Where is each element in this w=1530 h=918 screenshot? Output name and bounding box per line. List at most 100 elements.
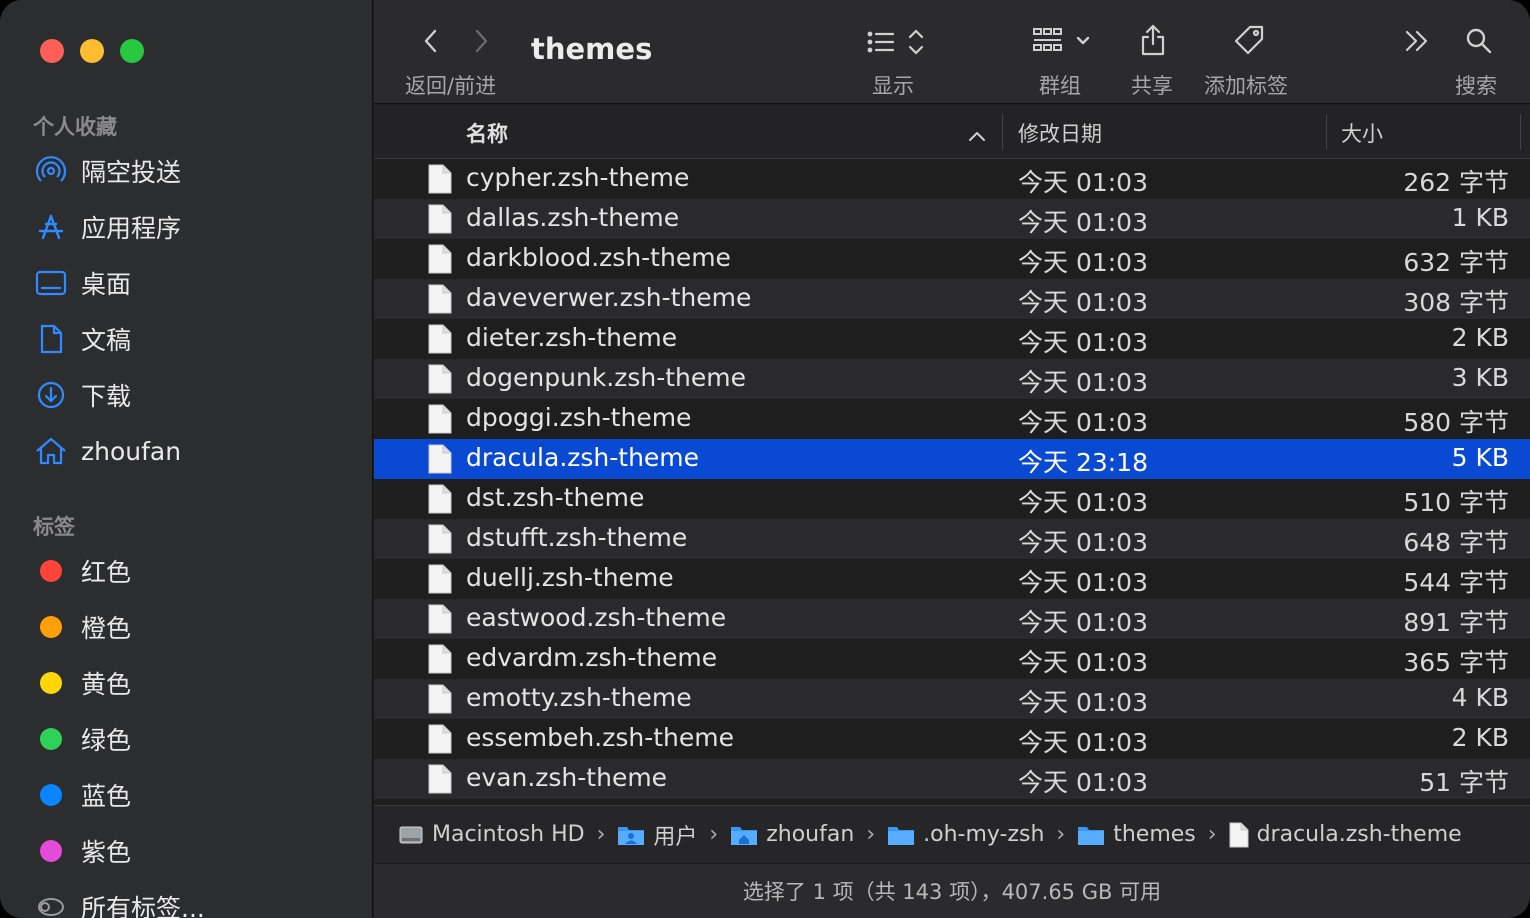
search-icon [1466, 28, 1492, 54]
file-row[interactable]: dieter.zsh-theme 今天 01:03 2 KB [374, 319, 1530, 359]
sidebar-item-label: 蓝色 [81, 782, 132, 811]
file-row[interactable]: dpoggi.zsh-theme 今天 01:03 580 字节 [374, 399, 1530, 439]
tags-header: 标签 [33, 515, 75, 539]
path-segment[interactable]: .oh-my-zsh [887, 822, 1044, 847]
file-icon [428, 604, 452, 640]
sidebar-tag-orange[interactable]: 橙色 [34, 607, 354, 647]
back-button[interactable] [416, 26, 446, 56]
path-separator-chevron-icon: › [1056, 822, 1066, 847]
file-modified: 今天 01:03 [1018, 648, 1148, 677]
column-divider[interactable] [1002, 114, 1003, 150]
file-row[interactable]: essembeh.zsh-theme 今天 01:03 2 KB [374, 719, 1530, 759]
desktop-icon [34, 266, 68, 300]
file-row[interactable]: edvardm.zsh-theme 今天 01:03 365 字节 [374, 639, 1530, 679]
add-tag-button[interactable] [1232, 22, 1266, 58]
sidebar-tag-green[interactable]: 绿色 [34, 719, 354, 759]
file-row[interactable]: daveverwer.zsh-theme 今天 01:03 308 字节 [374, 279, 1530, 319]
file-modified: 今天 01:03 [1018, 568, 1148, 597]
name-column-header[interactable]: 名称 [466, 118, 508, 148]
file-row[interactable]: cypher.zsh-theme 今天 01:03 262 字节 [374, 159, 1530, 199]
path-separator-chevron-icon: › [596, 822, 606, 847]
modified-column-header[interactable]: 修改日期 [1018, 118, 1102, 148]
chevron-left-icon [424, 29, 437, 53]
group-label: 群组 [1039, 74, 1081, 98]
file-row[interactable]: emotty.zsh-theme 今天 01:03 4 KB [374, 679, 1530, 719]
file-icon [428, 284, 452, 320]
path-separator-chevron-icon: › [1207, 822, 1217, 847]
share-label: 共享 [1131, 74, 1173, 98]
file-row[interactable]: dstufft.zsh-theme 今天 01:03 648 字节 [374, 519, 1530, 559]
file-name: dracula.zsh-theme [466, 443, 700, 472]
sidebar-tag-yellow[interactable]: 黄色 [34, 663, 354, 703]
sidebar-item-desktop[interactable]: 桌面 [34, 263, 354, 303]
sidebar-item-label: 隔空投送 [81, 158, 182, 187]
path-separator-chevron-icon: › [709, 822, 719, 847]
file-row[interactable]: evan.zsh-theme 今天 01:03 51 字节 [374, 759, 1530, 799]
path-segment[interactable]: Macintosh HD [398, 822, 585, 847]
file-modified: 今天 01:03 [1018, 208, 1148, 237]
sort-ascending-icon [968, 123, 986, 147]
zoom-window-button[interactable] [120, 39, 144, 63]
status-bar: 选择了 1 项（共 143 项），407.65 GB 可用 [374, 863, 1530, 918]
group-button[interactable] [1032, 24, 1096, 58]
file-size: 3 KB [1451, 363, 1509, 392]
column-divider[interactable] [1520, 114, 1521, 150]
file-row[interactable]: duellj.zsh-theme 今天 01:03 544 字节 [374, 559, 1530, 599]
file-row[interactable]: dracula.zsh-theme 今天 23:18 5 KB [374, 439, 1530, 479]
file-size: 510 字节 [1403, 488, 1509, 517]
close-window-button[interactable] [40, 39, 64, 63]
file-row[interactable]: dogenpunk.zsh-theme 今天 01:03 3 KB [374, 359, 1530, 399]
hard-drive-icon [398, 823, 424, 847]
sidebar-all-tags[interactable]: 所有标签... [34, 887, 354, 918]
search-button[interactable] [1462, 24, 1496, 58]
view-options-button[interactable] [866, 26, 930, 58]
more-toolbar-button[interactable] [1402, 26, 1432, 56]
favorites-header: 个人收藏 [33, 115, 117, 139]
file-row[interactable]: dst.zsh-theme 今天 01:03 510 字节 [374, 479, 1530, 519]
sidebar-item-documents[interactable]: 文稿 [34, 319, 354, 359]
file-row[interactable]: darkblood.zsh-theme 今天 01:03 632 字节 [374, 239, 1530, 279]
path-segment[interactable]: themes [1077, 822, 1196, 847]
minimize-window-button[interactable] [80, 39, 104, 63]
orange-tag-dot-icon [40, 616, 62, 638]
finder-window: 个人收藏 隔空投送 应用程序 桌面 文稿 下载 zhoufan 标签 红色 橙色… [0, 0, 1530, 918]
sidebar-item-label: zhoufan [81, 436, 182, 466]
sidebar-item-downloads[interactable]: 下载 [34, 375, 354, 415]
sidebar-tag-blue[interactable]: 蓝色 [34, 775, 354, 815]
path-segment[interactable]: 用户 [617, 819, 697, 851]
sidebar-item-label: 文稿 [81, 326, 132, 355]
file-list: cypher.zsh-theme 今天 01:03 262 字节 dallas.… [374, 159, 1530, 804]
sidebar-item-label: 下载 [81, 382, 132, 411]
sidebar-tag-red[interactable]: 红色 [34, 551, 354, 591]
forward-button[interactable] [466, 26, 496, 56]
file-name: dpoggi.zsh-theme [466, 403, 692, 432]
yellow-tag-dot-icon [40, 672, 62, 694]
share-button[interactable] [1136, 22, 1170, 58]
file-row[interactable]: eastwood.zsh-theme 今天 01:03 891 字节 [374, 599, 1530, 639]
purple-tag-dot-icon [40, 840, 62, 862]
file-size: 632 字节 [1403, 248, 1509, 277]
sidebar-item-airdrop[interactable]: 隔空投送 [34, 151, 354, 191]
path-segment-label: dracula.zsh-theme [1256, 822, 1462, 847]
sidebar-tag-purple[interactable]: 紫色 [34, 831, 354, 871]
file-name: darkblood.zsh-theme [466, 243, 731, 272]
size-column-header[interactable]: 大小 [1341, 118, 1383, 148]
path-segment[interactable]: zhoufan [730, 822, 854, 847]
path-segment[interactable]: dracula.zsh-theme [1229, 822, 1462, 848]
file-icon [428, 244, 452, 280]
window-controls [40, 39, 144, 63]
file-row[interactable]: dallas.zsh-theme 今天 01:03 1 KB [374, 199, 1530, 239]
sidebar-item-label: 黄色 [81, 670, 132, 699]
file-modified: 今天 01:03 [1018, 408, 1148, 437]
window-title: themes [531, 32, 653, 66]
group-grid-icon [1033, 28, 1090, 51]
file-modified: 今天 01:03 [1018, 768, 1148, 797]
file-icon [428, 484, 452, 520]
sidebar-item-home[interactable]: zhoufan [34, 431, 354, 471]
sidebar-item-applications[interactable]: 应用程序 [34, 207, 354, 247]
download-icon [34, 378, 68, 412]
file-icon [428, 564, 452, 600]
file-modified: 今天 01:03 [1018, 168, 1148, 197]
column-divider[interactable] [1326, 114, 1327, 150]
chevron-right-icon [475, 29, 488, 53]
